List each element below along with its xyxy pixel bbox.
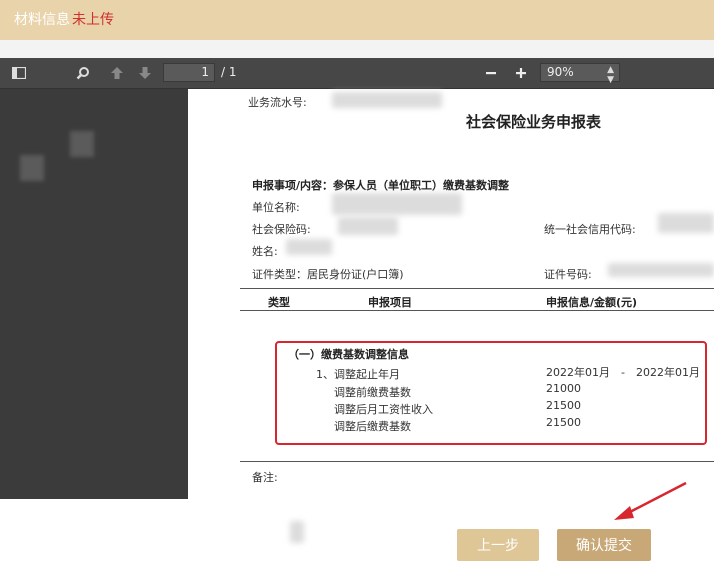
zoom-value: 90% [547, 65, 574, 79]
spacer [0, 40, 714, 58]
table-top-border [240, 288, 714, 289]
pdf-toolbar: 1 / 1 90% ▲ ▼ [0, 58, 714, 89]
search-icon [76, 67, 89, 80]
redacted-social-code [338, 217, 398, 235]
table-header-border [240, 310, 714, 311]
section-title: （一）缴费基数调整信息 [288, 348, 409, 361]
row-value: 21500 [546, 416, 581, 429]
row-label: 调整后月工资性收入 [334, 403, 433, 416]
table-bottom-border [240, 461, 714, 462]
previous-page-button[interactable] [106, 58, 128, 88]
next-page-button[interactable] [134, 58, 156, 88]
blurred-thumbnail [20, 155, 44, 181]
blurred-thumbnail [70, 131, 94, 157]
social-insurance-code-label: 社会保险码: [252, 223, 311, 236]
sidebar-toggle-button[interactable] [8, 58, 30, 88]
header-amount: 申报信息/金额(元) [546, 296, 638, 309]
updown-caret-icon: ▲ ▼ [607, 65, 614, 85]
form-title: 社会保险业务申报表 [466, 113, 602, 131]
remark-label: 备注: [252, 471, 278, 484]
page-total: / 1 [221, 65, 237, 79]
redacted-credit-code [658, 213, 714, 233]
redacted-name [286, 239, 332, 255]
zoom-select[interactable]: 90% ▲ ▼ [540, 63, 620, 85]
row-label: 调整前缴费基数 [334, 386, 411, 399]
zoom-in-button[interactable] [510, 58, 532, 88]
page-number-input[interactable]: 1 [163, 63, 215, 82]
previous-step-button[interactable]: 上一步 [457, 529, 539, 561]
unit-name-label: 单位名称: [252, 201, 300, 214]
annotation-arrow-icon [614, 481, 687, 520]
minus-icon [486, 72, 496, 75]
pdf-thumbnail-sidebar[interactable] [0, 89, 188, 499]
row-value: 21000 [546, 382, 581, 395]
upload-status: 未上传 [72, 12, 114, 28]
id-type: 证件类型：居民身份证(户口簿) [252, 268, 404, 281]
plus-icon [516, 68, 526, 78]
arrow-up-icon [111, 67, 123, 79]
declaration-item: 申报事项/内容：参保人员（单位职工）缴费基数调整 [252, 179, 510, 192]
sidebar-toggle-icon [12, 67, 26, 79]
confirm-submit-button[interactable]: 确认提交 [557, 529, 651, 561]
row-value: 21500 [546, 399, 581, 412]
row-label: 调整后缴费基数 [334, 420, 411, 433]
redacted-mark [290, 521, 304, 543]
arrow-down-icon [139, 67, 151, 79]
find-button[interactable] [72, 58, 94, 88]
header-item: 申报项目 [368, 296, 412, 309]
zoom-out-button[interactable] [480, 58, 502, 88]
id-number-label: 证件号码: [544, 268, 592, 281]
redacted-id-number [608, 263, 714, 277]
pdf-document-page: 业务流水号: 社会保险业务申报表 申报事项/内容：参保人员（单位职工）缴费基数调… [240, 89, 714, 499]
row-value: 2022年01月 - 2022年01月 [546, 366, 700, 379]
material-info-label: 材料信息 [14, 12, 70, 28]
serial-number-label: 业务流水号: [248, 96, 307, 109]
name-label: 姓名: [252, 245, 278, 258]
redacted-unit-name [332, 193, 462, 215]
header-type: 类型 [268, 296, 290, 309]
credit-code-label: 统一社会信用代码: [544, 223, 636, 236]
redacted-serial [332, 92, 442, 108]
material-info-bar: 材料信息 未上传 [0, 0, 714, 40]
row-label: 1、调整起止年月 [316, 368, 400, 381]
